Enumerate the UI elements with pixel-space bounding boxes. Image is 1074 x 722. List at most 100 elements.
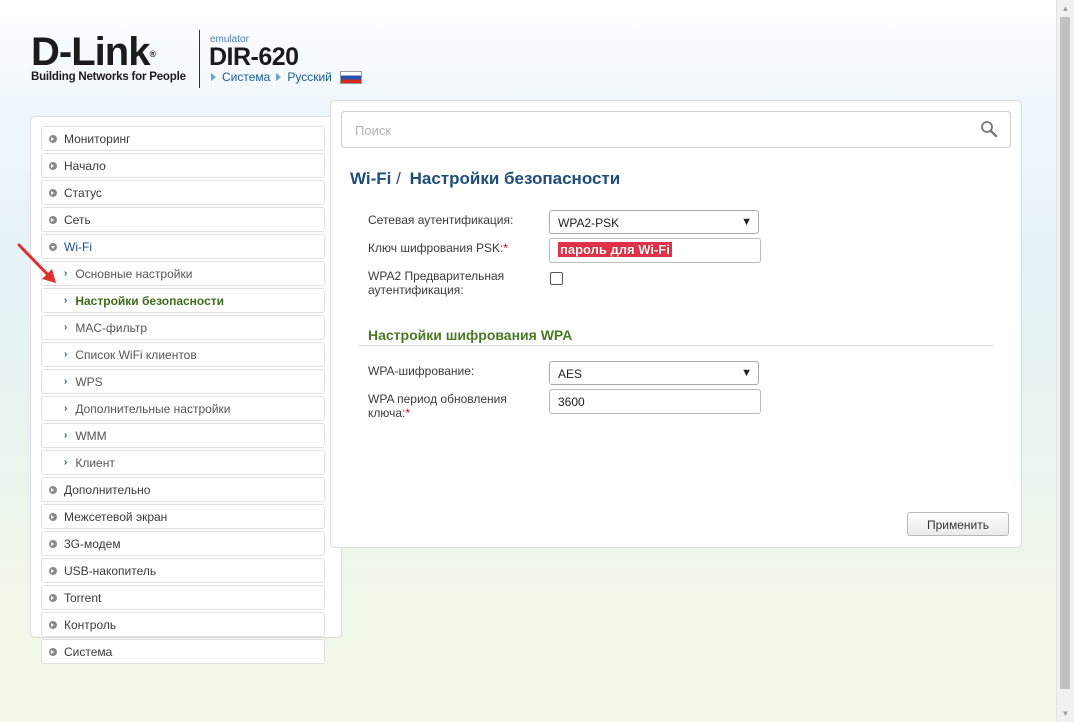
preauth-checkbox[interactable] [550, 272, 563, 285]
encryption-label: WPA-шифрование: [368, 364, 475, 378]
sidebar-item[interactable]: Дополнительно [41, 477, 325, 502]
scroll-down-icon[interactable]: ▼ [1057, 705, 1074, 722]
circle-chevron-right-icon [49, 620, 57, 629]
chevron-right-icon: › [64, 322, 68, 333]
psk-input[interactable]: пароль для Wi-Fi [549, 238, 761, 263]
sidebar-item[interactable]: › Клиент [41, 450, 325, 475]
breadcrumb-separator: / [396, 169, 401, 188]
sidebar-item[interactable]: Контроль [41, 612, 325, 637]
auth-label: Сетевая аутентификация: [368, 213, 514, 227]
search-placeholder: Поиск [355, 123, 392, 138]
psk-value: пароль для Wi-Fi [558, 242, 672, 257]
sidebar-item-label: Клиент [75, 455, 115, 470]
sidebar-item-label: Контроль [64, 617, 117, 632]
chevron-right-icon: › [64, 349, 68, 360]
encryption-select[interactable]: AES ▼ [549, 361, 759, 385]
rekey-period-value: 3600 [558, 395, 585, 409]
sidebar-item-label: MAC-фильтр [75, 320, 148, 335]
circle-chevron-right-icon [49, 161, 57, 170]
sidebar-item-label: WPS [75, 374, 103, 389]
language-menu-link[interactable]: Русский [287, 70, 332, 84]
circle-chevron-right-icon [49, 188, 57, 197]
sidebar-item[interactable]: Torrent [41, 585, 325, 610]
sidebar-item[interactable]: 3G-модем [41, 531, 325, 556]
sidebar-item-label: Дополнительные настройки [75, 401, 231, 416]
search-input[interactable]: Поиск [341, 111, 1011, 148]
dlink-logo: D-Link® Building Networks for People [31, 32, 191, 83]
sidebar-item-label: Основные настройки [75, 266, 193, 281]
device-model: DIR-620 [209, 43, 299, 71]
psk-label: Ключ шифрования PSK:* [368, 241, 508, 255]
sidebar-item-label: Сеть [64, 212, 91, 227]
red-arrow-annotation-icon [17, 243, 56, 283]
chevron-right-icon: › [64, 403, 68, 414]
rekey-label: WPA период обновления ключа:* [368, 392, 507, 420]
logo-registered-mark: ® [149, 49, 156, 59]
sidebar-item-label: Мониторинг [64, 131, 131, 146]
circle-chevron-right-icon [49, 593, 57, 602]
page-title-text: Настройки безопасности [409, 169, 621, 188]
chevron-right-icon: › [64, 457, 68, 468]
logo-tagline: Building Networks for People [31, 71, 186, 83]
sidebar-item[interactable]: › Настройки безопасности [41, 288, 325, 313]
auth-select[interactable]: WPA2-PSK ▼ [549, 210, 759, 234]
sidebar-item-label: 3G-модем [64, 536, 121, 551]
scroll-thumb[interactable] [1060, 17, 1070, 689]
russia-flag-icon[interactable] [339, 70, 362, 84]
sidebar-item-label: Wi-Fi [64, 239, 92, 254]
sidebar-item[interactable]: Межсетевой экран [41, 504, 325, 529]
sidebar-item[interactable]: › WPS [41, 369, 325, 394]
wpa-section-title: Настройки шифрования WPA [368, 327, 573, 343]
circle-chevron-right-icon [49, 539, 57, 548]
header-divider [199, 30, 200, 88]
breadcrumb-wifi[interactable]: Wi-Fi [350, 169, 391, 188]
chevron-down-icon: ▼ [741, 216, 752, 228]
sidebar-item[interactable]: › Дополнительные настройки [41, 396, 325, 421]
sidebar-item[interactable]: Система [41, 639, 325, 664]
triangle-right-icon [211, 73, 216, 81]
chevron-down-icon: ▼ [741, 367, 752, 379]
sidebar-item[interactable]: USB-накопитель [41, 558, 325, 583]
sidebar-item-label: Настройки безопасности [75, 293, 225, 308]
required-mark: * [503, 241, 508, 255]
sidebar-item[interactable]: Мониторинг [41, 126, 325, 151]
circle-chevron-right-icon [49, 512, 57, 521]
chevron-right-icon: › [64, 268, 68, 279]
system-menu-link[interactable]: Система [222, 70, 270, 84]
page-scrollbar[interactable]: ▲ ▼ [1056, 0, 1074, 722]
sidebar-item-label: WMM [75, 428, 107, 443]
sidebar-item-label: Torrent [64, 590, 102, 605]
sidebar-item[interactable]: › MAC-фильтр [41, 315, 325, 340]
sidebar-item-label: Список WiFi клиентов [75, 347, 197, 362]
sidebar-item[interactable]: › Список WiFi клиентов [41, 342, 325, 367]
required-mark: * [405, 406, 411, 420]
scroll-up-icon[interactable]: ▲ [1057, 0, 1074, 17]
section-divider [359, 345, 993, 346]
circle-chevron-right-icon [49, 485, 57, 494]
header-nav: Система Русский [211, 70, 362, 84]
circle-chevron-right-icon [49, 566, 57, 575]
sidebar-item-label: Межсетевой экран [64, 509, 168, 524]
sidebar-item-label: Статус [64, 185, 102, 200]
sidebar-item[interactable]: Wi-Fi [41, 234, 325, 259]
sidebar-item[interactable]: Статус [41, 180, 325, 205]
magnifier-icon[interactable] [980, 120, 998, 138]
auth-select-value: WPA2-PSK [558, 216, 620, 230]
apply-button[interactable]: Применить [907, 512, 1009, 536]
sidebar-item-label: USB-накопитель [64, 563, 157, 578]
circle-chevron-right-icon [49, 215, 57, 224]
logo-text: D-Link [31, 30, 150, 74]
chevron-right-icon: › [64, 295, 68, 306]
triangle-right-icon [276, 73, 282, 81]
sidebar-item[interactable]: › Основные настройки [41, 261, 325, 286]
sidebar-item-label: Начало [64, 158, 106, 173]
rekey-period-input[interactable]: 3600 [549, 389, 761, 414]
sidebar-item[interactable]: Начало [41, 153, 325, 178]
encryption-select-value: AES [558, 367, 583, 381]
preauth-label: WPA2 Предварительная аутентификация: [368, 269, 505, 297]
sidebar-item[interactable]: › WMM [41, 423, 325, 448]
sidebar-menu: Мониторинг Начало Статус Сеть Wi-Fi › Основные… [41, 126, 325, 666]
sidebar-item[interactable]: Сеть [41, 207, 325, 232]
chevron-right-icon: › [64, 430, 68, 441]
chevron-right-icon: › [64, 376, 68, 387]
